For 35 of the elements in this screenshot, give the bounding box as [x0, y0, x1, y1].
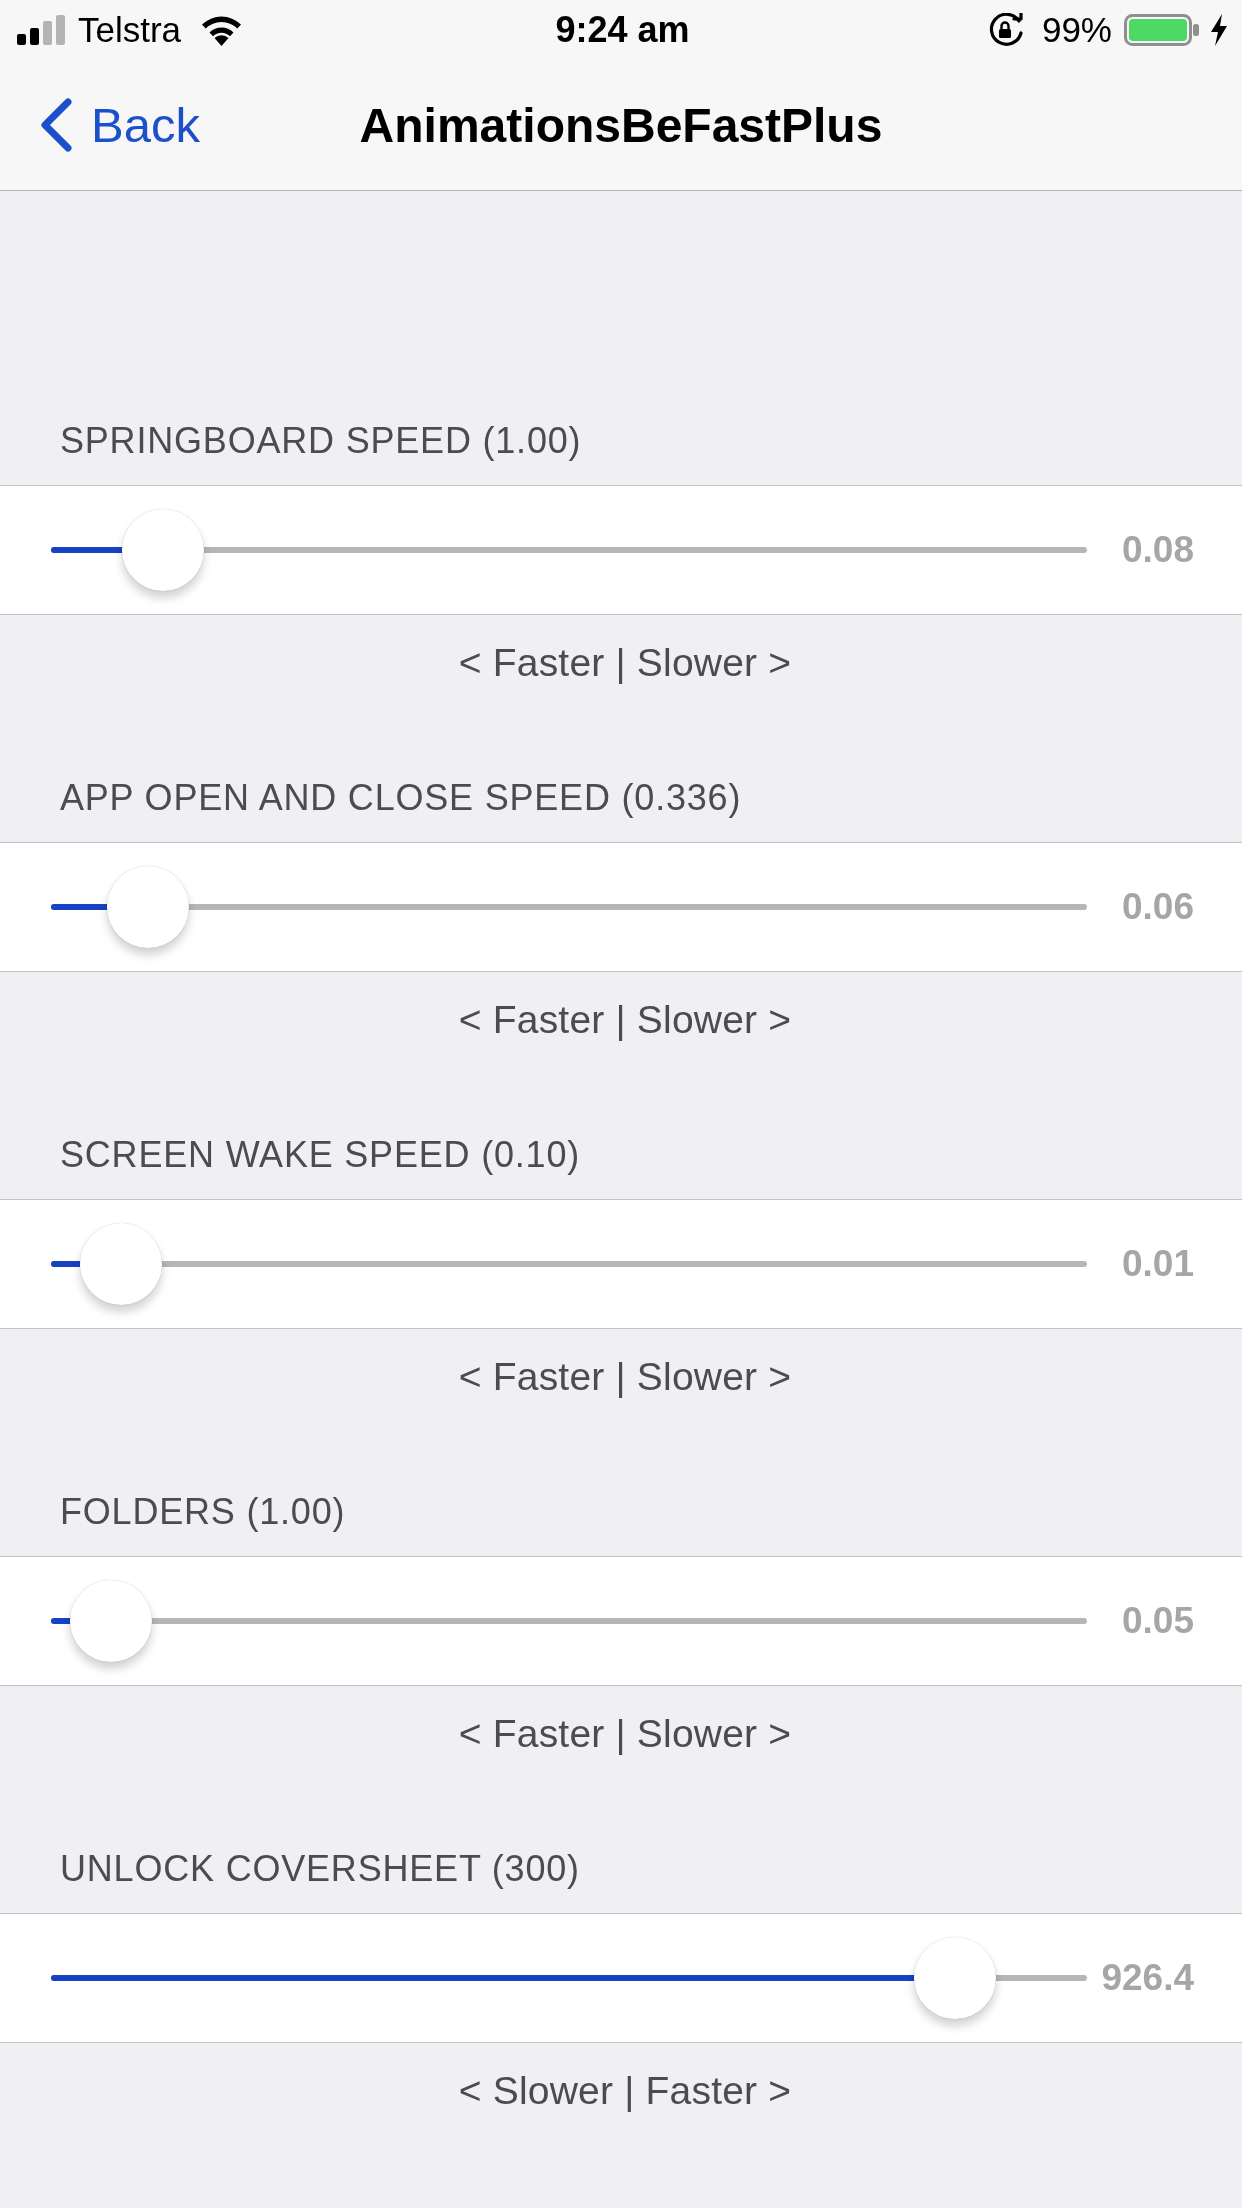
slider-value: 0.06	[1121, 886, 1194, 928]
slider-thumb[interactable]	[69, 1580, 152, 1662]
back-chevron-icon	[39, 98, 73, 152]
clock-time: 9:24 am	[555, 9, 690, 51]
section-header: FOLDERS (1.00)	[59, 1490, 347, 1534]
slider[interactable]	[51, 1937, 1087, 2019]
slider-thumb[interactable]	[80, 1223, 162, 1305]
slider[interactable]	[51, 866, 1087, 948]
slider-value: 0.01	[1121, 1243, 1194, 1285]
section-footer: < Faster | Slower >	[458, 1686, 792, 1756]
section-footer: < Faster | Slower >	[458, 615, 792, 685]
section-footer: < Slower | Faster >	[458, 2043, 792, 2113]
slider-value: 0.08	[1121, 529, 1194, 571]
page-title: AnimationsBeFastPlus	[359, 97, 883, 153]
section-footer: < Faster | Slower >	[458, 1329, 792, 1399]
section-header: SCREEN WAKE SPEED (0.10)	[59, 1133, 581, 1177]
slider-value: 926.4	[1100, 1957, 1194, 1999]
section-header: SPRINGBOARD SPEED (1.00)	[59, 419, 583, 463]
signal-icon	[17, 15, 65, 45]
charging-bolt-icon	[1210, 14, 1228, 46]
slider-thumb[interactable]	[106, 866, 189, 948]
carrier-name: Telstra	[78, 10, 182, 50]
slider-thumb[interactable]	[914, 1937, 996, 2019]
slider-thumb[interactable]	[122, 509, 205, 591]
back-button[interactable]: Back	[0, 97, 200, 153]
battery-icon	[1124, 14, 1200, 46]
section-header: APP OPEN AND CLOSE SPEED (0.336)	[59, 776, 743, 820]
section-header: UNLOCK COVERSHEET (300)	[59, 1847, 581, 1891]
slider[interactable]	[51, 1580, 1087, 1662]
slider[interactable]	[51, 509, 1087, 591]
slider[interactable]	[51, 1223, 1087, 1305]
slider-value: 0.05	[1121, 1600, 1194, 1642]
section-footer: < Faster | Slower >	[458, 972, 792, 1042]
battery-percentage: 99%	[1041, 10, 1112, 50]
wifi-icon	[200, 14, 244, 46]
